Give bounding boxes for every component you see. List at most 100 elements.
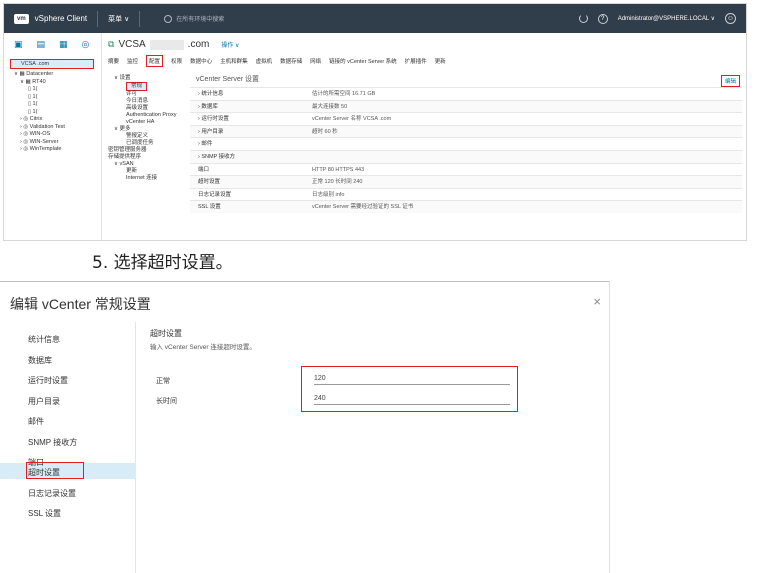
object-tab[interactable]: 网络 [310,57,321,67]
configure-tree-item[interactable]: 更新 [108,168,194,175]
tree-item[interactable]: › ◎ Citrix [10,116,65,124]
object-tab[interactable]: 数据存储 [280,57,302,67]
setting-value: 超时 60 秒 [312,128,338,135]
configure-tree-item[interactable]: Internet 连接 [108,175,194,182]
edit-button[interactable]: 编辑 [720,75,740,87]
vmware-logo: vm [14,13,29,24]
long-timeout-label: 长时间 [156,398,177,405]
settings-row[interactable]: › 邮件 [190,137,742,150]
dialog-nav-item[interactable]: 统计信息 [28,334,60,345]
setting-value: vCenter Server 名称 VCSA .com [312,116,392,123]
setting-value: 估计的所需空间 16.71 GB [312,91,376,97]
section-description: 输入 vCenter Server 连接超时设置。 [150,344,256,351]
object-tab[interactable]: 更新 [435,57,446,67]
dialog-nav-item[interactable]: 用户目录 [28,396,60,407]
tree-item[interactable]: › ◎ WIN-OS [10,131,65,139]
vms-templates-icon[interactable]: ▤ [37,39,46,50]
settings-row[interactable]: SSL 设置 vCenter Server 需要经过验证的 SSL 证书 [190,200,742,213]
setting-name: 超时设置 [198,179,221,186]
object-tab[interactable]: 监控 [127,57,138,67]
object-tab[interactable]: 数据中心 [190,57,212,67]
hosts-clusters-icon[interactable]: ▣ [14,39,23,50]
object-tabs: 摘要 监控 配置 权限 数据中心 主机和群集 虚拟机 数据存储 网络 链接的 vCenter Se… [108,55,446,67]
refresh-icon[interactable] [578,14,588,23]
setting-name: › SNMP 接收方 [198,153,236,160]
configure-tree-item[interactable]: 存储提供程序 [108,154,194,161]
setting-name: 日志记录设置 [198,191,232,198]
tree-item[interactable]: ▯ 1( [10,109,65,117]
timeout-settings-section: 超时设置 输入 vCenter Server 连接超时设置。 正常 长时间 [150,322,609,412]
settings-row[interactable]: 端口 HTTP 80 HTTPS 443 [190,162,742,176]
long-timeout-input[interactable] [314,393,510,405]
configure-tree-item[interactable]: vCenter HA [108,119,194,126]
settings-rows: › 统计信息 估计的所需空间 16.71 GB › 数据库 最大连接数 50 › 运行时… [190,87,742,213]
configure-tree-item[interactable]: Authentication Proxy [108,112,194,119]
tree-item[interactable]: › ◎ WinTemplate [10,146,65,154]
object-tab[interactable]: 虚拟机 [256,57,273,67]
app-title: vSphere Client [34,14,88,23]
tree-item[interactable]: › ◎ WIN-Server [10,139,65,147]
tree-item[interactable]: › ◎ Validation Test [10,124,65,132]
settings-row[interactable]: › 运行时设置 vCenter Server 名称 VCSA .com [190,112,742,125]
highlight-box [26,462,84,479]
settings-row[interactable]: › 用户目录 超时 60 秒 [190,124,742,138]
tree-item[interactable]: ▯ 1( [10,94,65,102]
configure-tree-label: vCenter HA [126,119,155,125]
dialog-nav-item[interactable]: 日志记录设置 [28,488,76,499]
dialog-nav-item[interactable]: 数据库 [28,355,52,366]
object-name-prefix: VCSA [118,39,146,50]
tree-item[interactable]: ∨ ▦ RT40 [10,79,65,87]
object-tab[interactable]: 配置 [146,55,164,67]
settings-row[interactable]: 日志记录设置 日志级别 info [190,187,742,201]
normal-timeout-input[interactable] [314,373,510,385]
configure-tree-item[interactable]: ∨ 设置 [108,75,194,82]
setting-name: › 数据库 [198,103,218,110]
configure-tree-item[interactable]: 今日消息 [108,98,194,105]
settings-row[interactable]: 超时设置 正常 120 长时间 240 [190,175,742,188]
dialog-nav-item[interactable]: SSL 设置 [28,508,61,519]
section-title: 超时设置 [150,329,182,338]
configure-tree-item[interactable]: 已调度任务 [108,140,194,147]
configure-tree-item[interactable]: 许可 [108,91,194,98]
tree-item[interactable]: ▯ 1( [10,101,65,109]
configure-tree-label: ∨ vSAN [114,161,134,167]
tree-item[interactable]: ▯ 1( [10,86,65,94]
menu-button[interactable]: 菜单 ∨ [108,14,129,24]
configure-tree-label: 高级设置 [126,105,149,111]
configure-tree-item[interactable]: 密钥管理服务器 [108,147,194,154]
global-search[interactable]: 在所有环境中搜索 [164,14,224,23]
dialog-nav-item[interactable]: 邮件 [28,416,44,427]
configure-tree-label: ∨ 更多 [114,126,131,132]
configure-tree-item[interactable]: 高级设置 [108,105,194,112]
feedback-icon[interactable]: ☺ [725,13,736,24]
actions-menu[interactable]: 操作 ∨ [221,40,239,49]
dialog-nav-item[interactable]: 运行时设置 [28,375,68,386]
object-tab[interactable]: 权限 [171,57,182,67]
close-icon[interactable]: × [593,294,601,309]
configure-tree-item[interactable]: ∨ 更多 [108,126,194,133]
dialog-nav-item[interactable]: SNMP 接收方 [28,437,77,448]
user-menu[interactable]: Administrator@VSPHERE.LOCAL ∨ [618,15,715,22]
dialog-nav: 统计信息 数据库 运行时设置 用户目录 邮件 SNMP 接收方 端口 超时设置 日志记录设置 SS… [0,322,136,573]
selected-vcenter-node[interactable]: VCSA .com [10,59,94,69]
settings-row[interactable]: › 统计信息 估计的所需空间 16.71 GB [190,87,742,100]
settings-row[interactable]: › SNMP 接收方 [190,149,742,163]
configure-tree-item[interactable]: ∨ vSAN [108,161,194,168]
object-tab[interactable]: 摘要 [108,57,119,67]
configure-tree-label: 许可 [126,91,138,97]
help-icon[interactable]: ? [597,13,608,24]
configure-tree-item[interactable]: 常规 [108,82,194,91]
tree-item[interactable]: ∨ ▦ Datacenter [10,71,65,79]
edit-general-settings-dialog: 编辑 vCenter 常规设置 × 统计信息 数据库 运行时设置 用户目录 邮件 SNMP… [0,281,610,573]
storage-icon[interactable]: ▦ [59,39,68,50]
object-tab[interactable]: 主机和群集 [220,57,248,67]
configure-tree-label: 更新 [126,168,138,174]
setting-name: › 运行时设置 [198,116,229,123]
configure-tree-label: Authentication Proxy [126,112,177,118]
object-tab[interactable]: 扩展插件 [405,57,427,67]
object-pane: ⧉ VCSA .com 操作 ∨ 摘要 监控 配置 权限 数据中心 主机和群集 虚拟机 数据存… [102,33,746,240]
settings-row[interactable]: › 数据库 最大连接数 50 [190,99,742,113]
object-tab[interactable]: 链接的 vCenter Server 系统 [329,57,397,67]
configure-tree-item[interactable]: 警报定义 [108,133,194,140]
networking-icon[interactable]: ◎ [82,39,90,50]
